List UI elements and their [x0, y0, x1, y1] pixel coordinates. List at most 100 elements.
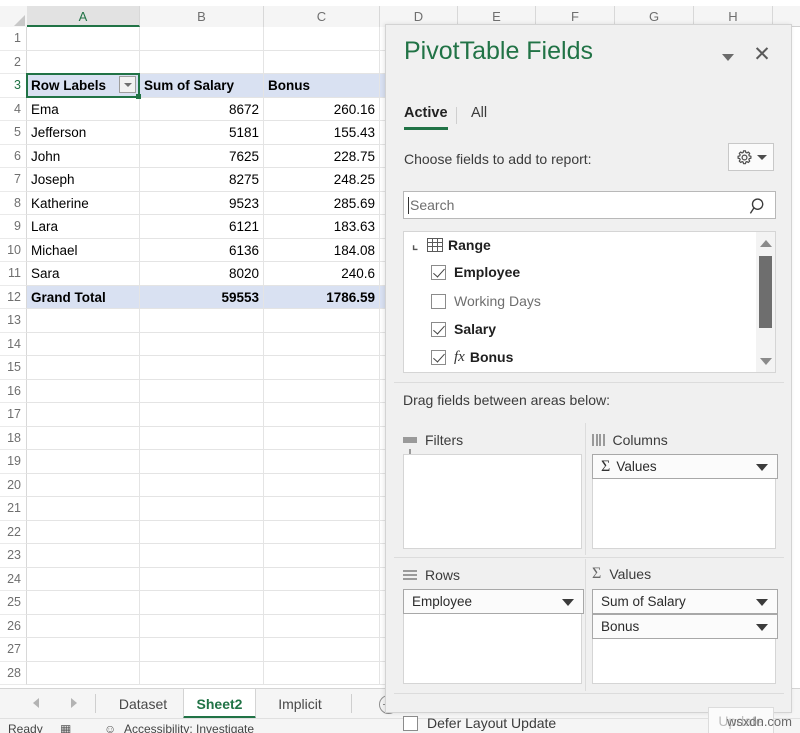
- defer-layout-update-row[interactable]: Defer Layout Update: [403, 715, 556, 731]
- row-header-20[interactable]: 20: [0, 474, 27, 498]
- cell-c26[interactable]: [264, 615, 380, 639]
- cell-a6[interactable]: John: [27, 145, 140, 169]
- field-item-working-days[interactable]: Working Days: [431, 289, 541, 313]
- cell-b15[interactable]: [140, 356, 264, 380]
- cell-a28[interactable]: [27, 662, 140, 686]
- sheet-tab-dataset[interactable]: Dataset: [103, 689, 183, 719]
- cell-a1[interactable]: [27, 27, 140, 51]
- status-accessibility-label[interactable]: Accessibility: Investigate: [124, 722, 254, 733]
- column-header-a[interactable]: A: [27, 6, 140, 27]
- cell-b27[interactable]: [140, 638, 264, 662]
- cell-a9[interactable]: Lara: [27, 215, 140, 239]
- row-header-15[interactable]: 15: [0, 356, 27, 380]
- cell-b9[interactable]: 6121: [140, 215, 264, 239]
- sheet-tab-sheet2[interactable]: Sheet2: [183, 689, 256, 719]
- chip-values-sum-of-salary[interactable]: Sum of Salary: [592, 589, 778, 614]
- defer-layout-update-checkbox[interactable]: [403, 716, 418, 731]
- row-header-8[interactable]: 8: [0, 192, 27, 216]
- cell-c11[interactable]: 240.6: [264, 262, 380, 286]
- field-checkbox-employee[interactable]: [431, 265, 446, 280]
- row-header-21[interactable]: 21: [0, 497, 27, 521]
- cell-c1[interactable]: [264, 27, 380, 51]
- cell-a20[interactable]: [27, 474, 140, 498]
- cell-a4[interactable]: Ema: [27, 98, 140, 122]
- cell-b18[interactable]: [140, 427, 264, 451]
- field-item-bonus[interactable]: fx Bonus: [431, 345, 513, 369]
- select-all-corner[interactable]: [0, 6, 27, 27]
- field-group-range[interactable]: ⌞ Range: [412, 237, 491, 253]
- row-header-10[interactable]: 10: [0, 239, 27, 263]
- row-header-27[interactable]: 27: [0, 638, 27, 662]
- cell-a8[interactable]: Katherine: [27, 192, 140, 216]
- cell-b8[interactable]: 9523: [140, 192, 264, 216]
- row-header-3[interactable]: 3: [0, 74, 27, 98]
- cell-b14[interactable]: [140, 333, 264, 357]
- scrollbar-thumb[interactable]: [759, 256, 772, 328]
- chip-rows-employee[interactable]: Employee: [403, 589, 584, 614]
- row-header-12[interactable]: 12: [0, 286, 27, 310]
- cell-b19[interactable]: [140, 450, 264, 474]
- sheet-tab-implicit[interactable]: Implicit: [259, 689, 341, 719]
- cell-b26[interactable]: [140, 615, 264, 639]
- cell-b2[interactable]: [140, 51, 264, 75]
- row-header-22[interactable]: 22: [0, 521, 27, 545]
- row-header-2[interactable]: 2: [0, 51, 27, 75]
- cell-a27[interactable]: [27, 638, 140, 662]
- cell-grand-total-label[interactable]: Grand Total: [27, 286, 140, 310]
- cell-c6[interactable]: 228.75: [264, 145, 380, 169]
- cell-b10[interactable]: 6136: [140, 239, 264, 263]
- cell-b4[interactable]: 8672: [140, 98, 264, 122]
- scroll-down-button[interactable]: [756, 352, 775, 370]
- cell-a14[interactable]: [27, 333, 140, 357]
- cell-c17[interactable]: [264, 403, 380, 427]
- cell-b22[interactable]: [140, 521, 264, 545]
- cell-a18[interactable]: [27, 427, 140, 451]
- row-labels-filter-button[interactable]: [119, 76, 136, 93]
- field-item-employee[interactable]: Employee: [431, 260, 520, 284]
- cell-a23[interactable]: [27, 544, 140, 568]
- cell-b20[interactable]: [140, 474, 264, 498]
- cell-c5[interactable]: 155.43: [264, 121, 380, 145]
- cell-b13[interactable]: [140, 309, 264, 333]
- cell-c20[interactable]: [264, 474, 380, 498]
- cell-c2[interactable]: [264, 51, 380, 75]
- chevron-down-icon[interactable]: [756, 464, 768, 471]
- pane-options-button[interactable]: [717, 47, 739, 67]
- row-header-1[interactable]: 1: [0, 27, 27, 51]
- tab-active[interactable]: Active: [404, 105, 448, 130]
- cell-bonus-header[interactable]: Bonus: [264, 74, 380, 98]
- cell-a24[interactable]: [27, 568, 140, 592]
- sheet-view-icon[interactable]: ▦: [60, 722, 71, 733]
- row-header-25[interactable]: 25: [0, 591, 27, 615]
- row-header-23[interactable]: 23: [0, 544, 27, 568]
- cell-a2[interactable]: [27, 51, 140, 75]
- field-list-settings-button[interactable]: [728, 143, 774, 171]
- search-input[interactable]: Search: [403, 191, 776, 219]
- chip-columns-values[interactable]: Σ Values: [592, 454, 778, 479]
- field-item-salary[interactable]: Salary: [431, 317, 496, 341]
- area-box-values[interactable]: Sum of Salary Bonus: [592, 589, 776, 684]
- row-header-17[interactable]: 17: [0, 403, 27, 427]
- cell-a26[interactable]: [27, 615, 140, 639]
- chevron-down-icon[interactable]: [756, 624, 768, 631]
- field-list-scrollbar[interactable]: [756, 232, 775, 372]
- cell-a16[interactable]: [27, 380, 140, 404]
- chip-values-bonus[interactable]: Bonus: [592, 614, 778, 639]
- cell-c8[interactable]: 285.69: [264, 192, 380, 216]
- cell-a17[interactable]: [27, 403, 140, 427]
- area-box-columns[interactable]: Σ Values: [592, 454, 776, 549]
- chevron-down-icon[interactable]: [756, 599, 768, 606]
- collapse-toggle-icon[interactable]: ⌞: [412, 237, 422, 253]
- row-header-16[interactable]: 16: [0, 380, 27, 404]
- row-header-9[interactable]: 9: [0, 215, 27, 239]
- cell-c24[interactable]: [264, 568, 380, 592]
- cell-sum-of-salary-header[interactable]: Sum of Salary: [140, 74, 264, 98]
- cell-c10[interactable]: 184.08: [264, 239, 380, 263]
- cell-a21[interactable]: [27, 497, 140, 521]
- cell-b5[interactable]: 5181: [140, 121, 264, 145]
- cell-c9[interactable]: 183.63: [264, 215, 380, 239]
- cell-b23[interactable]: [140, 544, 264, 568]
- area-box-filters[interactable]: [403, 454, 582, 549]
- cell-a7[interactable]: Joseph: [27, 168, 140, 192]
- pane-close-button[interactable]: ✕: [751, 45, 773, 67]
